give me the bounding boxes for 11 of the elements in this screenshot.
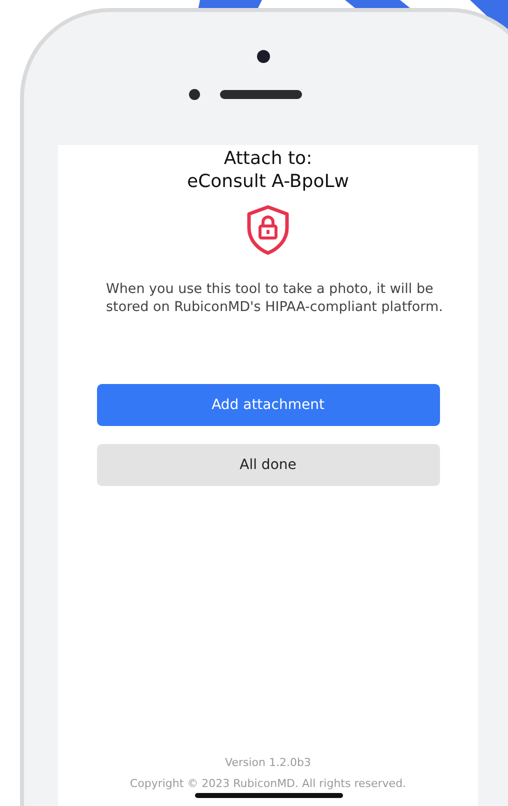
info-text: When you use this tool to take a photo, it will be stored on RubiconMD's HIPAA-compliant platform. bbox=[106, 280, 444, 316]
shield-lock-icon bbox=[245, 204, 291, 256]
camera-icon bbox=[256, 50, 270, 63]
sensor-icon bbox=[188, 89, 200, 100]
done-button[interactable]: All done bbox=[96, 444, 440, 486]
version-text: Version 1.2.0b3 bbox=[225, 756, 311, 769]
page-title: eConsult A-BpoLw bbox=[187, 170, 349, 193]
page-title: Attach to: bbox=[222, 147, 314, 170]
add-attachment-button[interactable]: Add attachment bbox=[96, 384, 440, 426]
copyright-text: Copyright © 2023 RubiconMD. All rights reserved. bbox=[130, 777, 406, 790]
speaker-icon bbox=[220, 90, 302, 99]
